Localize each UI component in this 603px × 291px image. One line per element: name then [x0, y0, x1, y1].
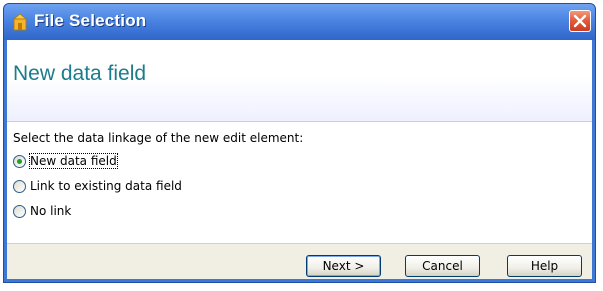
- radio-button[interactable]: [13, 180, 26, 193]
- window-title: File Selection: [34, 11, 147, 30]
- option-label[interactable]: New data field: [29, 153, 118, 169]
- wizard-body: Select the data linkage of the new edit …: [7, 122, 592, 242]
- dialog-window: File Selection New data field Select the…: [3, 3, 596, 283]
- help-button[interactable]: Help: [507, 255, 582, 277]
- cancel-button[interactable]: Cancel: [405, 255, 480, 277]
- radio-button-selected[interactable]: [13, 155, 26, 168]
- option-label[interactable]: Link to existing data field: [30, 179, 182, 193]
- close-button[interactable]: [569, 10, 591, 32]
- close-icon: [573, 14, 587, 28]
- radio-selected-dot: [17, 159, 22, 164]
- linkage-prompt: Select the data linkage of the new edit …: [13, 131, 304, 145]
- wizard-header: New data field: [7, 40, 592, 122]
- next-button[interactable]: Next >: [306, 255, 381, 277]
- page-title: New data field: [13, 62, 147, 85]
- button-bar: Next > Cancel Help: [7, 243, 592, 279]
- app-folder-icon: [12, 13, 28, 31]
- option-label[interactable]: No link: [30, 204, 71, 218]
- dialog-client: New data field Select the data linkage o…: [7, 40, 592, 279]
- title-bar[interactable]: File Selection: [4, 4, 595, 40]
- radio-button[interactable]: [13, 205, 26, 218]
